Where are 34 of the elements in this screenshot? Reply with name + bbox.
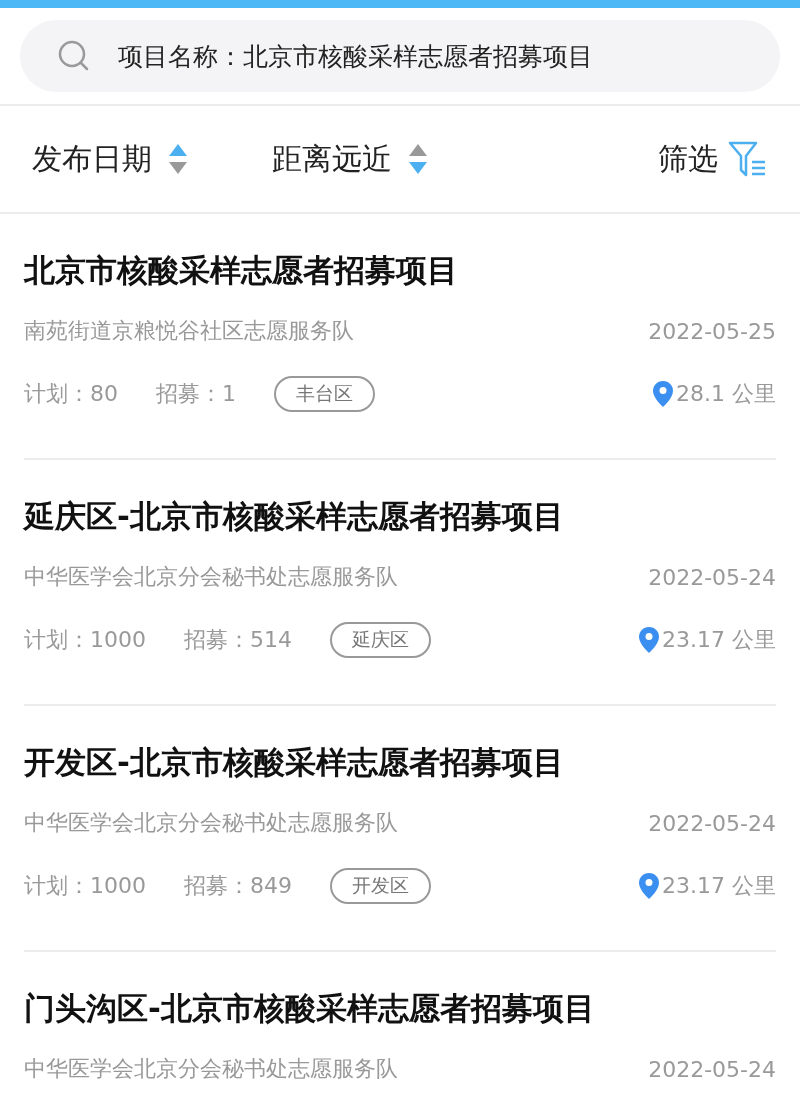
district-tag: 开发区 bbox=[330, 868, 431, 904]
project-title[interactable]: 开发区-北京市核酸采样志愿者招募项目 bbox=[24, 742, 776, 784]
organization-name: 南苑街道京粮悦谷社区志愿服务队 bbox=[24, 317, 354, 345]
publish-date: 2022-05-24 bbox=[648, 1056, 776, 1082]
location-pin-icon bbox=[652, 380, 674, 408]
project-title[interactable]: 北京市核酸采样志愿者招募项目 bbox=[24, 250, 776, 292]
organization-name: 中华医学会北京分会秘书处志愿服务队 bbox=[24, 1055, 398, 1083]
organization-name: 中华医学会北京分会秘书处志愿服务队 bbox=[24, 563, 398, 591]
publish-date: 2022-05-25 bbox=[648, 318, 776, 344]
sort-option[interactable]: 发布日期 bbox=[32, 138, 152, 180]
search-value: 项目名称：北京市核酸采样志愿者招募项目 bbox=[118, 40, 593, 73]
recruit-count: 招募：849 bbox=[184, 872, 292, 900]
filter-icon[interactable] bbox=[728, 140, 768, 178]
district-tag: 延庆区 bbox=[330, 622, 431, 658]
filter-label[interactable]: 筛选 bbox=[658, 138, 718, 180]
publish-date: 2022-05-24 bbox=[648, 564, 776, 590]
sort-option[interactable]: 距离远近 bbox=[272, 138, 392, 180]
publish-date: 2022-05-24 bbox=[648, 810, 776, 836]
plan-count: 计划：80 bbox=[24, 380, 118, 408]
plan-count: 计划：1000 bbox=[24, 872, 146, 900]
recruit-count: 招募：1 bbox=[156, 380, 236, 408]
search-icon bbox=[58, 40, 90, 72]
distance: 28.1 公里 bbox=[676, 380, 776, 408]
location-pin-icon bbox=[638, 626, 660, 654]
district-tag: 丰台区 bbox=[274, 376, 375, 412]
plan-count: 计划：1000 bbox=[24, 626, 146, 654]
project-title[interactable]: 门头沟区-北京市核酸采样志愿者招募项目 bbox=[24, 988, 776, 1030]
organization-name: 中华医学会北京分会秘书处志愿服务队 bbox=[24, 809, 398, 837]
search-field[interactable]: 项目名称：北京市核酸采样志愿者招募项目 bbox=[20, 20, 780, 92]
distance: 23.17 公里 bbox=[662, 626, 776, 654]
distance: 23.17 公里 bbox=[662, 872, 776, 900]
location-pin-icon bbox=[638, 872, 660, 900]
recruit-count: 招募：514 bbox=[184, 626, 292, 654]
project-title[interactable]: 延庆区-北京市核酸采样志愿者招募项目 bbox=[24, 496, 776, 538]
